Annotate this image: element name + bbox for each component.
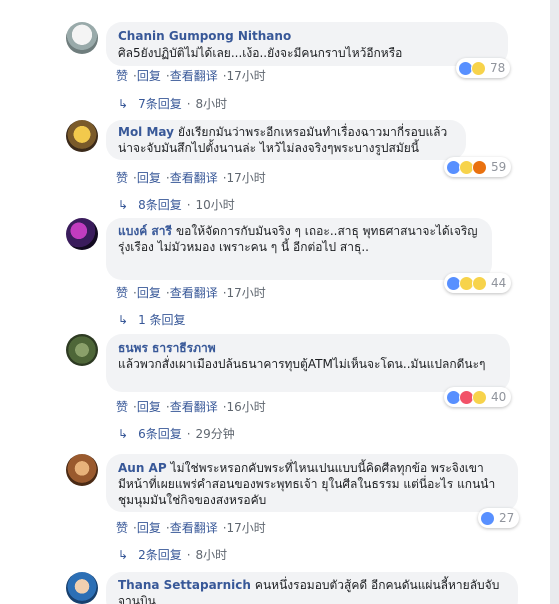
reply-arrow-icon: ↳ <box>118 198 129 212</box>
reaction-count: 27 <box>499 511 515 525</box>
reply-link[interactable]: 回复 <box>137 521 161 535</box>
comment-actions: 赞 ·回复 ·查看翻译 ·17小时 <box>116 286 266 300</box>
reaction-summary[interactable]: 59 <box>444 157 512 177</box>
replies-count[interactable]: 7条回复 <box>138 97 182 111</box>
translate-link[interactable]: 查看翻译 <box>170 521 218 535</box>
reaction-count: 40 <box>491 390 507 404</box>
replies-count[interactable]: 8条回复 <box>138 198 182 212</box>
view-replies[interactable]: ↳ 8条回复 · 10小时 <box>118 196 235 213</box>
comment-bubble: Aun AP ไม่ใช่พระหรอกคับพระที่ไหนเปนแบบนี้… <box>106 454 518 512</box>
avatar[interactable] <box>66 334 98 366</box>
replies-count[interactable]: 6条回复 <box>138 427 182 441</box>
like-link[interactable]: 赞 <box>116 521 128 535</box>
comment-time[interactable]: 16小时 <box>227 400 266 414</box>
view-replies[interactable]: ↳ 2条回复 · 8小时 <box>118 546 227 563</box>
comment-bubble: Mol May ยังเรียกมันว่าพระอีกเหรอมันทำเรื่… <box>106 120 466 160</box>
reply-link[interactable]: 回复 <box>137 171 161 185</box>
view-replies[interactable]: ↳ 6条回复 · 29分钟 <box>118 425 235 442</box>
comment-author[interactable]: Mol May <box>118 125 174 139</box>
like-reaction-icon <box>480 510 495 526</box>
like-link[interactable]: 赞 <box>116 171 128 185</box>
comment-author[interactable]: Thana Settaparnich <box>118 578 251 592</box>
reply-arrow-icon: ↳ <box>118 97 129 111</box>
avatar[interactable] <box>66 120 98 152</box>
translate-link[interactable]: 查看翻译 <box>170 286 218 300</box>
comment-actions: 赞 ·回复 ·查看翻译 ·17小时 <box>116 171 266 185</box>
comment-text: ศิล5ยังปฏิบัติไม่ได้เลย...เง้อ..ยังจะมีค… <box>118 46 403 60</box>
comment-bubble: Chanin Gumpong Nithano ศิล5ยังปฏิบัติไม่… <box>106 22 508 66</box>
reaction-count: 44 <box>491 276 507 290</box>
replies-time: 8小时 <box>195 97 228 111</box>
comment-actions: 赞 ·回复 ·查看翻译 ·16小时 <box>116 400 266 414</box>
reaction-summary[interactable]: 40 <box>444 387 512 407</box>
comment-bubble: Thana Settaparnich คนหนึ่งรอมอบตัวสู้คดี … <box>106 572 518 604</box>
translate-link[interactable]: 查看翻译 <box>170 69 218 83</box>
reply-link[interactable]: 回复 <box>137 286 161 300</box>
reply-arrow-icon: ↳ <box>118 313 129 327</box>
like-link[interactable]: 赞 <box>116 69 128 83</box>
translate-link[interactable]: 查看翻译 <box>170 400 218 414</box>
reply-link[interactable]: 回复 <box>137 69 161 83</box>
comment-text: ไม่ใช่พระหรอกคับพระที่ไหนเปนแบบนี้คิดศีล… <box>118 461 496 507</box>
comment-time[interactable]: 17小时 <box>227 286 266 300</box>
comment-time[interactable]: 17小时 <box>227 521 266 535</box>
reaction-summary[interactable]: 78 <box>456 58 511 78</box>
reaction-count: 78 <box>490 61 506 75</box>
reaction-summary[interactable]: 27 <box>478 508 520 528</box>
avatar[interactable] <box>66 572 98 604</box>
view-replies[interactable]: ↳ 1 条回复 <box>118 311 186 328</box>
comment-actions: 赞 ·回复 ·查看翻译 ·17小时 <box>116 69 266 83</box>
reply-arrow-icon: ↳ <box>118 427 129 441</box>
replies-count[interactable]: 2条回复 <box>138 548 182 562</box>
comment-text: แล้วพวกสั่งเผาเมืองปล้นธนาคารทุบตู้ATMไม… <box>118 357 486 371</box>
comment-bubble: ธนพร ธาราธีรภาพ แล้วพวกสั่งเผาเมืองปล้นธ… <box>106 334 510 392</box>
reply-arrow-icon: ↳ <box>118 548 129 562</box>
avatar[interactable] <box>66 22 98 54</box>
replies-time: 8小时 <box>195 548 228 562</box>
translate-link[interactable]: 查看翻译 <box>170 171 218 185</box>
view-replies[interactable]: ↳ 7条回复 · 8小时 <box>118 95 227 112</box>
comment-author[interactable]: Chanin Gumpong Nithano <box>118 29 291 43</box>
avatar[interactable] <box>66 454 98 486</box>
avatar[interactable] <box>66 218 98 250</box>
sad-reaction-icon <box>472 275 487 291</box>
like-link[interactable]: 赞 <box>116 286 128 300</box>
haha-reaction-icon <box>472 389 487 405</box>
comment-author[interactable]: ธนพร ธาราธีรภาพ <box>118 341 216 355</box>
comment-time[interactable]: 17小时 <box>227 171 266 185</box>
comment-actions: 赞 ·回复 ·查看翻译 ·17小时 <box>116 521 266 535</box>
comment-bubble: แบงค์ สารี ขอให้จัดการกับมันจริง ๆ เถอะ..… <box>106 218 492 280</box>
angry-reaction-icon <box>472 159 487 175</box>
replies-count[interactable]: 1 条回复 <box>138 313 185 327</box>
reply-link[interactable]: 回复 <box>137 400 161 414</box>
like-link[interactable]: 赞 <box>116 400 128 414</box>
comment-author[interactable]: Aun AP <box>118 461 167 475</box>
page-scroll-edge <box>550 0 559 604</box>
comment-time[interactable]: 17小时 <box>227 69 266 83</box>
replies-time: 29分钟 <box>195 427 235 441</box>
reaction-summary[interactable]: 44 <box>444 273 512 293</box>
haha-reaction-icon <box>471 60 486 76</box>
reaction-count: 59 <box>491 160 507 174</box>
comment-author[interactable]: แบงค์ สารี <box>118 224 172 238</box>
replies-time: 10小时 <box>195 198 235 212</box>
